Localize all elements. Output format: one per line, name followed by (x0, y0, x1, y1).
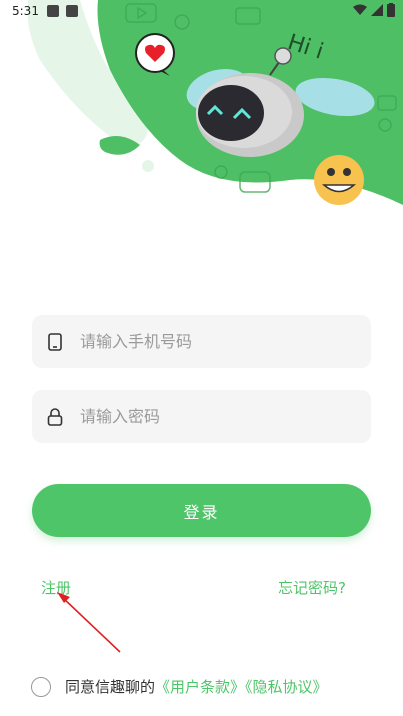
agreement-prefix: 同意信趣聊的 (65, 678, 156, 696)
password-input[interactable] (78, 406, 352, 427)
status-time: 5:31 (12, 4, 39, 18)
signal-icon (371, 4, 383, 16)
login-button[interactable]: 登录 (32, 484, 371, 537)
lock-icon (44, 406, 66, 428)
agreement-row: 同意信趣聊的《用户条款》《隐私协议》 (31, 676, 328, 697)
battery-icon (387, 3, 395, 17)
status-bar: 5:31 (0, 0, 403, 24)
hero-illustration: Hi i (27, 0, 403, 205)
phone-input[interactable] (78, 331, 352, 352)
terms-link[interactable]: 《用户条款》 (155, 678, 245, 696)
wifi-icon (353, 4, 367, 15)
grin-emoji-icon (314, 155, 364, 205)
privacy-link[interactable]: 《隐私协议》 (245, 678, 328, 696)
forgot-password-link[interactable]: 忘记密码? (278, 577, 346, 598)
notification-icon (66, 5, 78, 17)
phone-icon (44, 331, 66, 353)
notification-icon (47, 5, 59, 17)
phone-field[interactable] (32, 315, 371, 368)
agreement-checkbox[interactable] (31, 676, 51, 697)
password-field[interactable] (32, 390, 371, 443)
status-indicators (353, 3, 395, 17)
register-link[interactable]: 注册 (41, 577, 71, 598)
